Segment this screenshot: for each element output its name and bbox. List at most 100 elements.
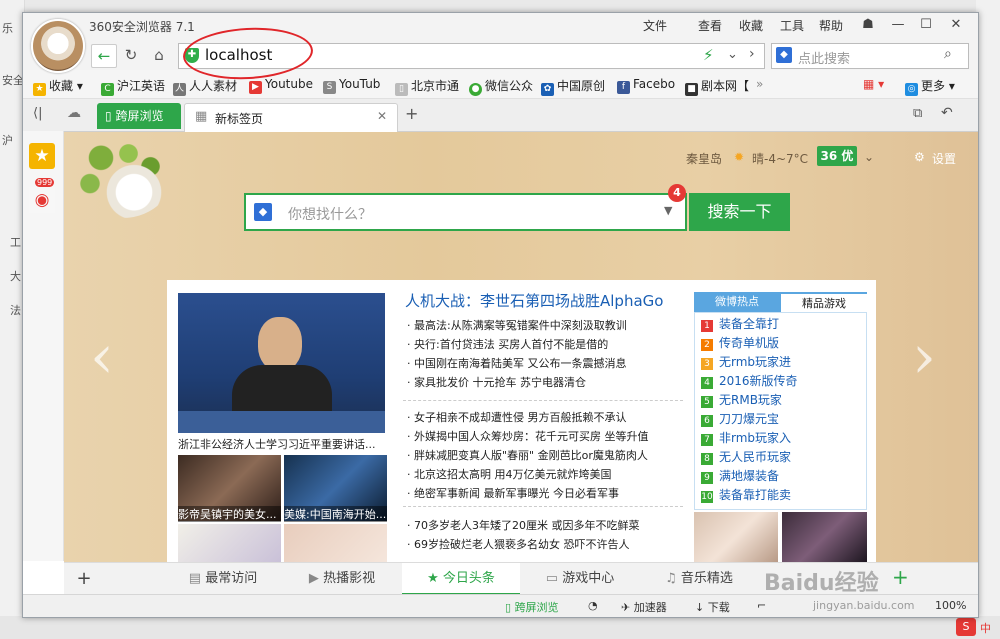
search-button[interactable]: 搜索一下 (689, 193, 790, 231)
restore-tabs-icon[interactable]: ⧉ (913, 106, 922, 121)
tab-new-tab[interactable]: ▦ 新标签页 ✕ (184, 103, 398, 132)
search-input[interactable]: 点此搜索 (798, 48, 850, 67)
bottom-tab[interactable]: ♫ 音乐精选 (640, 563, 758, 595)
bottom-tab[interactable]: ▶ 热播影视 (283, 563, 401, 595)
status-clean-icon[interactable]: ◔ (588, 599, 598, 612)
tab-weibo-hot[interactable]: 微博热点 (694, 292, 780, 312)
taskbar-input-method-icon[interactable]: S (956, 618, 976, 636)
menu-help[interactable]: 帮助 (819, 17, 843, 34)
next-arrow-icon[interactable]: › (912, 322, 936, 392)
settings-link[interactable]: 设置 (932, 150, 956, 167)
zoom-level[interactable]: 100% (935, 599, 966, 612)
bottom-tab-active[interactable]: ★ 今日头条 (402, 563, 520, 595)
news-item[interactable]: · 央行:首付贷违法 买房人首付不能是借的 (407, 335, 627, 354)
skin-icon[interactable]: ☗ (855, 15, 881, 35)
news-main-caption[interactable]: 浙江非公经济人士学习习近平重要讲话... (178, 436, 385, 452)
search-box[interactable]: ◆ 点此搜索 ⌕ (771, 43, 969, 69)
menu-favorites[interactable]: 收藏 (739, 17, 763, 34)
status-accelerator[interactable]: ✈ 加速器 (621, 599, 667, 615)
news-item[interactable]: · 69岁捡破烂老人猥亵多名幼女 恐吓不许告人 (407, 535, 640, 554)
bookmark-item[interactable]: ▶ Youtube (249, 77, 313, 94)
hot-list-item[interactable]: 8 无人民币玩家 (701, 448, 798, 467)
new-tab-icon[interactable]: + (405, 104, 418, 123)
hot-list-item[interactable]: 7 非rmb玩家入 (701, 429, 798, 448)
speed-mode-icon[interactable]: ⚡ (703, 46, 714, 64)
bookmark-item[interactable]: ● 微信公众 (469, 77, 533, 96)
menu-tools[interactable]: 工具 (780, 17, 804, 34)
bookmark-item[interactable]: 人人人素材 (173, 77, 237, 96)
news-thumb-image[interactable] (284, 524, 387, 562)
chevron-down-icon[interactable]: ⌄ (727, 47, 738, 62)
hot-list-item[interactable]: 2 传奇单机版 (701, 334, 798, 353)
baidu-paw-icon[interactable]: ◆ (254, 203, 272, 221)
status-download[interactable]: ↓ 下载 (695, 599, 730, 615)
tab-close-icon[interactable]: ✕ (377, 109, 387, 123)
hot-list-item[interactable]: 3 无rmb玩家进 (701, 353, 798, 372)
settings-gear-icon[interactable]: ⚙ (914, 150, 925, 164)
bookmark-item[interactable]: f Facebo (617, 77, 675, 94)
status-screenshot-icon[interactable]: ⌐ (757, 599, 766, 612)
chevron-right-icon[interactable]: › (749, 46, 755, 62)
apps-grid-icon[interactable]: ▦ ▾ (863, 77, 884, 91)
hot-list-item[interactable]: 10 装备靠打能卖 (701, 486, 798, 505)
hot-list-item[interactable]: 9 满地爆装备 (701, 467, 798, 486)
news-thumb-image[interactable] (178, 524, 281, 562)
news-headline[interactable]: 人机大战：李世石第四场战胜AlphaGo (405, 290, 663, 311)
news-item[interactable]: · 中国刚在南海着陆美军 又公布一条震撼消息 (407, 354, 627, 373)
bookmark-favorites[interactable]: ★ 收藏 ▾ (33, 77, 83, 96)
news-main-image[interactable] (178, 293, 385, 433)
news-item[interactable]: · 70多岁老人3年矮了20厘米 或因多年不吃鲜菜 (407, 516, 640, 535)
bookmarks-overflow-icon[interactable]: » (756, 77, 763, 91)
hot-list-item[interactable]: 5 无RMB玩家 (701, 391, 798, 410)
hot-list-item[interactable]: 1 装备全靠打 (701, 315, 798, 334)
search-input[interactable]: 你想找什么？ (288, 204, 372, 224)
chevron-down-icon[interactable]: ▼ (664, 204, 672, 217)
add-tab-icon[interactable]: + (892, 565, 909, 589)
news-item[interactable]: · 家具批发价 十元抢车 苏宁电器清仓 (407, 373, 627, 392)
bookmark-item[interactable]: ▯ 北京市通 (395, 77, 459, 96)
prev-arrow-icon[interactable]: ‹ (90, 322, 114, 392)
news-item[interactable]: · 最高法:从陈满案等冤错案件中深刻汲取教训 (407, 316, 627, 335)
close-icon[interactable]: ✕ (943, 15, 969, 35)
baidu-paw-icon[interactable]: ◆ (776, 47, 792, 63)
maximize-icon[interactable]: ☐ (913, 15, 939, 35)
news-item[interactable]: · 外媒揭中国人众筹炒房：花千元可买房 坐等升值 (407, 427, 649, 446)
news-item[interactable]: · 北京这招太高明 用4万亿美元就炸垮美国 (407, 465, 649, 484)
news-item[interactable]: · 绝密军事新闻 最新军事曝光 今日必看军事 (407, 484, 649, 503)
menu-file[interactable]: 文件 (643, 17, 667, 34)
air-quality-badge[interactable]: 36 优 (817, 146, 857, 166)
cloud-icon[interactable]: ☁ (67, 105, 81, 121)
back-icon[interactable]: ← (91, 44, 117, 68)
undo-close-icon[interactable]: ↶ (941, 105, 953, 121)
chevron-down-icon[interactable]: ⌄ (864, 150, 874, 164)
weather-city[interactable]: 秦皇岛 (686, 150, 722, 167)
bookmark-item[interactable]: ■ 剧本网【 (685, 77, 749, 96)
news-item[interactable]: · 女子相亲不成却遭性侵 男方百般抵赖不承认 (407, 408, 649, 427)
rank-badge: 2 (701, 339, 713, 351)
bookmark-item[interactable]: C 沪江英语 (101, 77, 165, 96)
hot-list-item[interactable]: 4 2016新版传奇 (701, 372, 798, 391)
status-cross-screen[interactable]: ▯ 跨屏浏览 (505, 599, 559, 615)
tab-games[interactable]: 精品游戏 (781, 292, 867, 312)
bottom-tab[interactable]: ▤ 最常访问 (164, 563, 282, 595)
game-thumb-image[interactable] (782, 512, 867, 562)
search-icon[interactable]: ⌕ (944, 46, 952, 62)
favorites-star-icon[interactable]: ★ (29, 143, 55, 169)
bookmark-item[interactable]: ✿ 中国原创 (541, 77, 605, 96)
refresh-icon[interactable]: ↻ (119, 44, 143, 66)
tab-cross-screen[interactable]: ▯ 跨屏浏览 (97, 103, 181, 129)
home-icon[interactable]: ⌂ (147, 44, 171, 66)
minimize-icon[interactable]: — (885, 15, 911, 35)
hot-list-item[interactable]: 6 刀刀爆元宝 (701, 410, 798, 429)
menu-view[interactable]: 查看 (698, 17, 722, 34)
search-box[interactable]: ◆ 你想找什么？ ▼ (244, 193, 687, 231)
game-thumb-image[interactable] (694, 512, 778, 562)
bookmark-item[interactable]: S YouTub (323, 77, 380, 94)
sidebar-toggle-icon[interactable]: ⟨| (33, 106, 42, 121)
weibo-icon[interactable]: ◉ (29, 187, 55, 213)
bottom-tab[interactable]: ▭ 游戏中心 (521, 563, 639, 595)
more-button[interactable]: ◎ 更多 ▾ (905, 77, 955, 96)
add-icon[interactable]: + (64, 563, 104, 595)
news-item[interactable]: · 胖妹减肥变真人版"春丽" 金刚芭比or魔鬼筋肉人 (407, 446, 649, 465)
user-avatar[interactable] (31, 19, 85, 73)
